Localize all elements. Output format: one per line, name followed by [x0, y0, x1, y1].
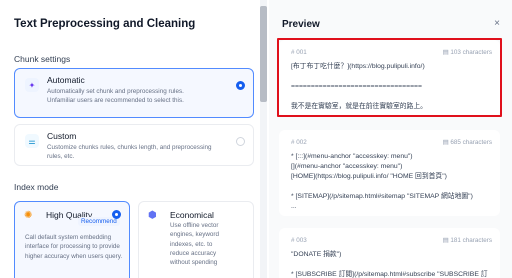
chunk-id: # 002: [291, 139, 307, 146]
chunk-card: # 003 ▤ 181 characters "DONATE 捐款") * [S…: [279, 228, 500, 278]
star-icon: ✺: [24, 210, 33, 221]
preview-title: Preview: [282, 19, 320, 30]
high-quality-option[interactable]: ✺ High Quality Recommend Call default sy…: [14, 201, 130, 278]
index-mode-label: Index mode: [14, 182, 59, 192]
chunk-card: # 001 ▤ 103 characters [布丁布丁吃什麼？](https:…: [279, 40, 500, 116]
high-quality-desc: Call default system embedding interface …: [25, 234, 123, 260]
chunk-text: [布丁布丁吃什麼？](https://blog.pulipuli.info/) …: [291, 63, 427, 110]
sliders-icon: ⚌: [25, 134, 39, 148]
automatic-desc: Automatically set chunk and preprocessin…: [47, 88, 184, 105]
chunk-id: # 001: [291, 49, 307, 56]
custom-title: Custom: [47, 131, 77, 141]
custom-option[interactable]: ⚌ Custom Customize chunks rules, chunks …: [14, 124, 254, 166]
economical-desc: Use offline vector engines, keyword inde…: [170, 222, 220, 267]
sparkle-icon: ✦: [25, 78, 39, 92]
economy-icon: ⬢: [148, 210, 157, 221]
high-quality-radio[interactable]: [112, 210, 121, 219]
chunk-char-count: ▤ 103 characters: [442, 49, 492, 56]
page-title: Text Preprocessing and Cleaning: [14, 18, 196, 30]
preview-panel: Preview × # 001 ▤ 103 characters [布丁布丁吃什…: [269, 0, 512, 278]
custom-desc: Customize chunks rules, chunks length, a…: [47, 144, 212, 161]
settings-panel: Text Preprocessing and Cleaning Chunk se…: [0, 0, 258, 278]
automatic-title: Automatic: [47, 75, 85, 85]
custom-radio[interactable]: [236, 137, 245, 146]
chunk-settings-label: Chunk settings: [14, 54, 71, 64]
chunk-text: * [:::](#menu-anchor "accesskey: menu") …: [291, 153, 473, 210]
scrollbar-thumb[interactable]: [260, 6, 267, 102]
chunk-text: "DONATE 捐款") * [SUBSCRIBE 訂閱](/p/sitemap…: [291, 251, 488, 278]
automatic-radio[interactable]: [236, 81, 245, 90]
chunk-char-count: ▤ 181 characters: [442, 237, 492, 244]
automatic-option[interactable]: ✦ Automatic Automatically set chunk and …: [14, 68, 254, 118]
economical-option[interactable]: ⬢ Economical Use offline vector engines,…: [138, 201, 254, 278]
chunk-char-count: ▤ 685 characters: [442, 139, 492, 146]
economical-title: Economical: [170, 210, 214, 220]
chunk-id: # 003: [291, 237, 307, 244]
close-icon[interactable]: ×: [494, 18, 500, 29]
chunk-card: # 002 ▤ 685 characters * [:::](#menu-anc…: [279, 130, 500, 216]
app: Text Preprocessing and Cleaning Chunk se…: [0, 0, 512, 278]
